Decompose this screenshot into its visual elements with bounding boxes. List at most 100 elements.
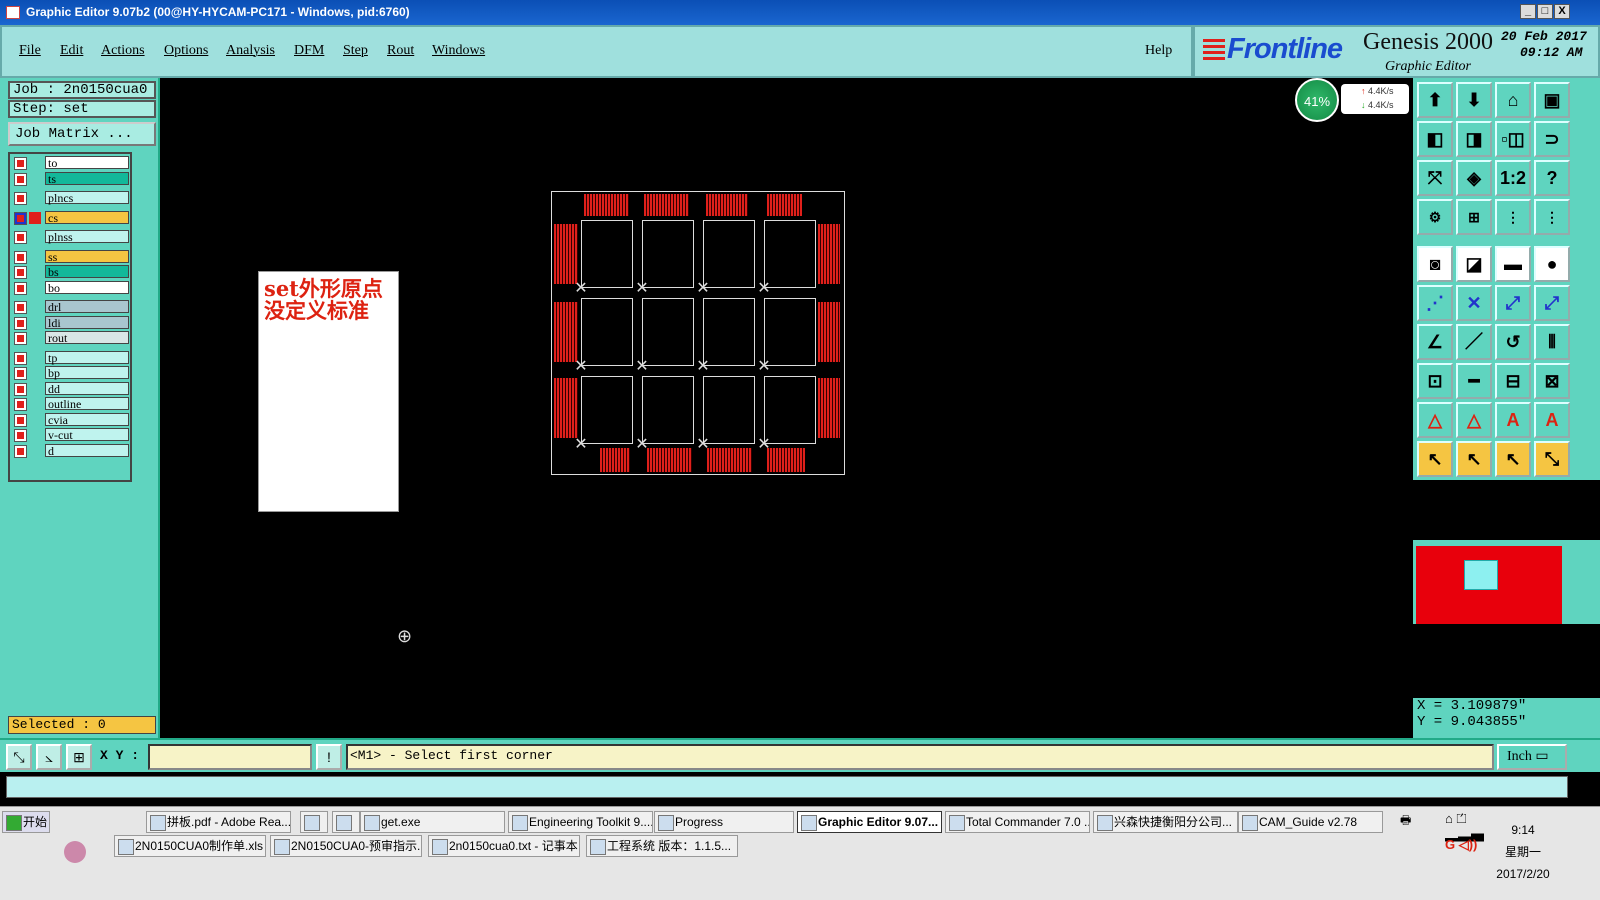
layer-row-v-cut[interactable]: v-cut: [12, 428, 130, 442]
taskbar-item[interactable]: get.exe: [360, 811, 505, 833]
shapes-icon[interactable]: ⊠: [1534, 363, 1570, 399]
select-net-icon[interactable]: ⤡: [1534, 441, 1570, 477]
layer-toggle-icon[interactable]: [14, 157, 27, 170]
layer-a-icon[interactable]: ⋮: [1495, 199, 1531, 235]
triangle-a-icon[interactable]: △: [1417, 402, 1453, 438]
alert-icon[interactable]: !: [316, 744, 342, 770]
layer-row-to[interactable]: to: [12, 156, 130, 170]
layer-name[interactable]: v-cut: [45, 428, 129, 441]
redraw-icon[interactable]: ⊃: [1534, 121, 1570, 157]
layer-name[interactable]: ldi: [45, 315, 129, 329]
minimize-button[interactable]: _: [1520, 4, 1536, 19]
zoom-right-icon[interactable]: ◨: [1456, 121, 1492, 157]
ruler-icon[interactable]: ▬: [1495, 246, 1531, 282]
menu-file[interactable]: File: [19, 43, 41, 59]
grid-icon[interactable]: ⊞: [1456, 199, 1492, 235]
layer-toggle-icon[interactable]: [14, 301, 27, 314]
layer-toggle-icon[interactable]: [14, 398, 27, 411]
layer-name[interactable]: to: [45, 156, 129, 169]
layer-toggle-icon[interactable]: [14, 172, 27, 186]
taskbar-item[interactable]: 2N0150CUA0-预审指示....: [270, 835, 422, 857]
select-b-icon[interactable]: ↖: [1456, 441, 1492, 477]
taskbar-item[interactable]: 工程系统 版本：1.1.5...: [586, 835, 738, 857]
layer-toggle-icon[interactable]: [14, 250, 27, 264]
layer-name[interactable]: outline: [45, 397, 129, 410]
window-icon[interactable]: ▣: [1534, 82, 1570, 118]
zoom-left-icon[interactable]: ◧: [1417, 121, 1453, 157]
layer-b-icon[interactable]: ⋮: [1534, 199, 1570, 235]
hline-icon[interactable]: ━: [1456, 363, 1492, 399]
layer-toggle-icon[interactable]: [14, 192, 27, 205]
layer-name[interactable]: dd: [45, 381, 129, 395]
fit-icon[interactable]: ⤧: [1417, 160, 1453, 196]
layer-toggle-icon[interactable]: [14, 444, 27, 458]
layer-row-outline[interactable]: outline: [12, 397, 130, 411]
layer-name[interactable]: d: [45, 443, 129, 457]
layer-name[interactable]: ts: [45, 171, 129, 185]
menu-edit[interactable]: Edit: [60, 43, 83, 59]
home-icon[interactable]: ⌂: [1495, 82, 1531, 118]
line-icon[interactable]: ／: [1456, 324, 1492, 360]
settings-icon[interactable]: ⚙: [1417, 199, 1453, 235]
tray-printer-icon[interactable]: 🖶: [1400, 811, 1420, 855]
arc-icon[interactable]: ↺: [1495, 324, 1531, 360]
layer-name[interactable]: bs: [45, 265, 129, 278]
dot-icon[interactable]: ●: [1534, 246, 1570, 282]
menu-analysis[interactable]: Analysis: [226, 43, 275, 59]
measure-mode-icon[interactable]: ⦣: [36, 744, 62, 770]
layer-name[interactable]: bp: [45, 366, 129, 379]
layer-row-cvia[interactable]: cvia: [12, 412, 130, 427]
measure-icon[interactable]: ⤢: [1495, 285, 1531, 321]
layer-row-cs[interactable]: cs: [12, 210, 130, 225]
layer-row-bp[interactable]: bp: [12, 366, 130, 380]
close-button[interactable]: X: [1554, 4, 1570, 19]
maximize-button[interactable]: □: [1537, 4, 1553, 19]
layer-toggle-icon[interactable]: [14, 281, 27, 295]
connect-icon[interactable]: ⋰: [1417, 285, 1453, 321]
units-select[interactable]: Inch ▭: [1497, 744, 1567, 770]
menu-help[interactable]: Help: [1145, 43, 1172, 59]
layer-toggle-icon[interactable]: [14, 332, 27, 345]
layer-row-tp[interactable]: tp: [12, 350, 130, 365]
mirror-icon[interactable]: ⫴: [1534, 324, 1570, 360]
zoom-icon[interactable]: ◈: [1456, 160, 1492, 196]
taskbar-item[interactable]: [300, 811, 328, 833]
menu-step[interactable]: Step: [343, 43, 368, 59]
layer-name[interactable]: rout: [45, 331, 129, 344]
layer-toggle-icon[interactable]: [14, 316, 27, 330]
menu-actions[interactable]: Actions: [101, 43, 145, 59]
layer-name[interactable]: plncs: [45, 191, 129, 204]
snap-corner-icon[interactable]: ◪: [1456, 246, 1492, 282]
taskbar-item[interactable]: [332, 811, 360, 833]
select-c-icon[interactable]: ↖: [1495, 441, 1531, 477]
layer-toggle-icon[interactable]: [14, 382, 27, 396]
layer-row-plncs[interactable]: plncs: [12, 191, 130, 205]
layer-name[interactable]: cvia: [45, 412, 129, 426]
layer-name[interactable]: cs: [45, 210, 129, 224]
layer-toggle-icon[interactable]: [14, 211, 27, 225]
layer-name[interactable]: bo: [45, 280, 129, 294]
layer-row-rout[interactable]: rout: [12, 331, 130, 345]
menu-windows[interactable]: Windows: [432, 43, 485, 59]
overview-minimap[interactable]: [1416, 546, 1562, 624]
layer-toggle-icon[interactable]: [14, 231, 27, 244]
save-icon[interactable]: ⬇: [1456, 82, 1492, 118]
layer-row-drl[interactable]: drl: [12, 300, 130, 314]
help-icon[interactable]: ?: [1534, 160, 1570, 196]
open-step-icon[interactable]: ⬆: [1417, 82, 1453, 118]
app-launcher-icon[interactable]: [64, 841, 86, 863]
layer-row-dd[interactable]: dd: [12, 381, 130, 396]
layer-row-bs[interactable]: bs: [12, 265, 130, 279]
taskbar-item[interactable]: CAM_Guide v2.78: [1238, 811, 1383, 833]
layer-name[interactable]: tp: [45, 350, 129, 364]
menu-rout[interactable]: Rout: [387, 43, 414, 59]
snap-mode-icon[interactable]: ⤡: [6, 744, 32, 770]
resize-icon[interactable]: ⊟: [1495, 363, 1531, 399]
layer-row-ts[interactable]: ts: [12, 171, 130, 186]
copy-icon[interactable]: ⊡: [1417, 363, 1453, 399]
layer-toggle-icon[interactable]: [14, 429, 27, 442]
job-matrix-button[interactable]: Job Matrix ...: [8, 122, 156, 146]
layer-toggle-icon[interactable]: [14, 367, 27, 380]
taskbar-item[interactable]: Graphic Editor 9.07...: [797, 811, 942, 833]
taskbar-item[interactable]: 2N0150CUA0制作单.xls ...: [114, 835, 266, 857]
